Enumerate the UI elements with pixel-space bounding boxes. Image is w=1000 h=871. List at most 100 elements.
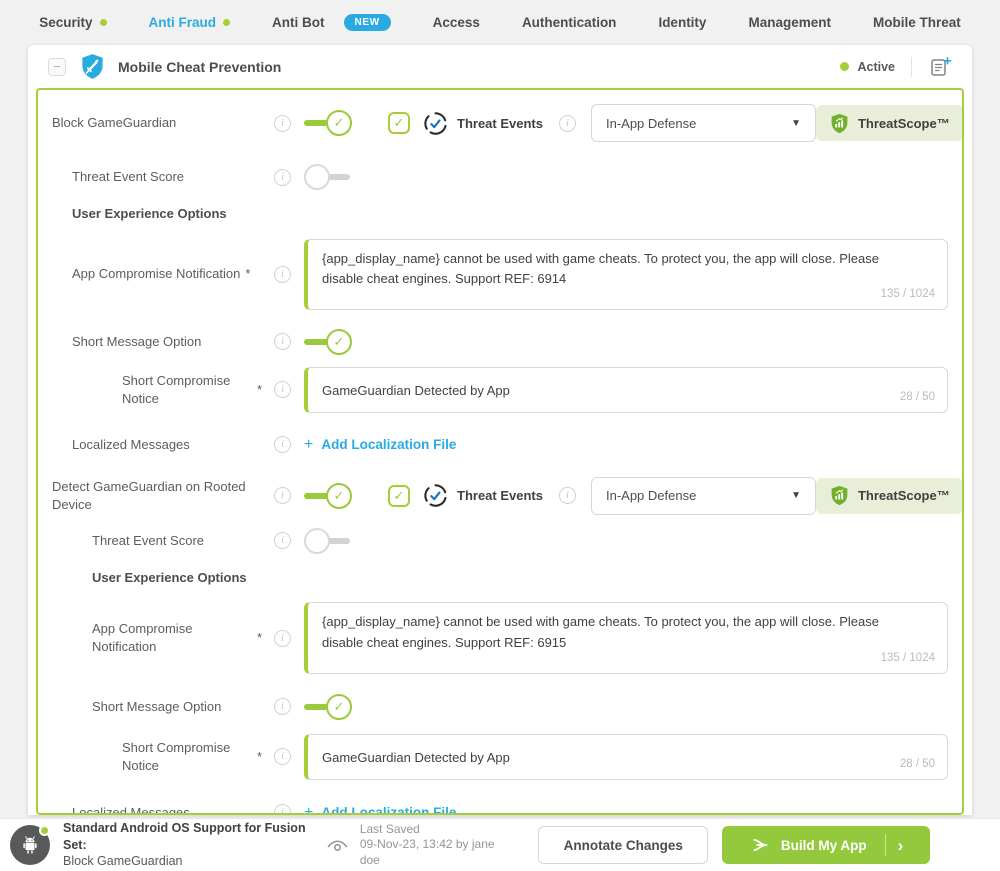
- card-header: Mobile Cheat Prevention Active: [28, 45, 972, 88]
- feature-row-block-gameguardian: Block GameGuardian Threat Events In-App …: [52, 104, 962, 142]
- info-icon[interactable]: [274, 168, 291, 186]
- last-saved: Last Saved 09-Nov-23, 13:42 by jane doe: [325, 822, 512, 869]
- collapse-button[interactable]: [48, 57, 66, 76]
- threat-events-icon: [423, 483, 448, 508]
- link-label: Add Localization File: [321, 437, 457, 453]
- nav-item-anti-fraud[interactable]: Anti Fraud: [149, 15, 231, 30]
- threatscope-shield-icon: [829, 113, 850, 134]
- threat-events-label: Threat Events: [457, 488, 543, 504]
- field-label: Short Compromise Notice: [52, 372, 274, 407]
- app-compromise-notification-row: App Compromise Notification {app_display…: [52, 602, 948, 674]
- required-mark: [245, 265, 250, 283]
- info-icon[interactable]: [274, 114, 291, 132]
- field-label: Short Compromise Notice: [52, 739, 274, 774]
- add-localization-link[interactable]: Add Localization File: [304, 436, 456, 454]
- android-active-dot: [39, 825, 50, 836]
- notification-text: {app_display_name} cannot be used with g…: [322, 250, 879, 286]
- active-status-dot: [840, 62, 850, 71]
- response-mode-dropdown[interactable]: In-App Defense: [590, 104, 816, 142]
- notification-text: {app_display_name} cannot be used with g…: [322, 614, 879, 650]
- info-icon[interactable]: [274, 333, 291, 351]
- nav-item-identity[interactable]: Identity: [658, 15, 706, 30]
- info-icon[interactable]: [558, 487, 576, 505]
- nav-item-management[interactable]: Management: [748, 15, 831, 30]
- nav-item-access[interactable]: Access: [433, 15, 480, 30]
- threat-event-score-row: Threat Event Score: [52, 527, 948, 554]
- notification-textarea[interactable]: {app_display_name} cannot be used with g…: [304, 238, 948, 310]
- android-os-icon: [10, 825, 50, 865]
- info-icon[interactable]: [558, 114, 576, 132]
- nav-item-anti-bot[interactable]: Anti Bot NEW: [272, 14, 391, 31]
- info-icon[interactable]: [274, 265, 291, 283]
- last-saved-label: Last Saved: [359, 821, 420, 836]
- info-icon[interactable]: [274, 698, 291, 716]
- nav-item-authentication[interactable]: Authentication: [522, 15, 617, 30]
- chevron-down-icon: [791, 490, 801, 501]
- feature-label: Detect GameGuardian on Rooted Device: [52, 479, 246, 512]
- fusion-set-title: Standard Android OS Support for Fusion S…: [63, 820, 306, 852]
- threatscope-button[interactable]: ThreatScope™: [815, 105, 962, 141]
- required-mark: [257, 748, 274, 766]
- nav-item-security[interactable]: Security: [39, 15, 107, 30]
- char-counter: 135 / 1024: [880, 651, 935, 664]
- block-gameguardian-toggle[interactable]: [304, 110, 352, 136]
- threat-event-score-toggle[interactable]: [304, 164, 352, 190]
- short-message-toggle[interactable]: [304, 328, 352, 355]
- info-icon[interactable]: [274, 487, 291, 505]
- detect-gameguardian-toggle[interactable]: [304, 482, 352, 509]
- preview-eye-icon: [325, 833, 350, 858]
- info-icon[interactable]: [274, 436, 291, 454]
- add-localization-link[interactable]: Add Localization File: [304, 804, 457, 815]
- short-notice-value: GameGuardian Detected by App: [322, 382, 510, 398]
- short-compromise-notice-row: Short Compromise Notice GameGuardian Det…: [52, 366, 948, 413]
- last-saved-value: 09-Nov-23, 13:42 by jane doe: [359, 837, 495, 867]
- short-notice-input[interactable]: GameGuardian Detected by App 28 / 50: [304, 366, 948, 413]
- info-icon[interactable]: [274, 748, 291, 766]
- threatscope-shield-icon: [829, 485, 850, 506]
- fusion-set-subtitle: Block GameGuardian: [63, 854, 183, 869]
- info-icon[interactable]: [274, 532, 291, 550]
- threat-events-icon: [423, 111, 448, 136]
- info-icon[interactable]: [274, 629, 291, 647]
- action-footer: Standard Android OS Support for Fusion S…: [0, 818, 1000, 871]
- field-label: Threat Event Score: [92, 533, 204, 549]
- green-status-dot: [99, 19, 107, 26]
- threat-event-score-toggle[interactable]: [304, 527, 352, 554]
- threat-events-checkbox[interactable]: [388, 484, 410, 507]
- annotate-changes-button[interactable]: Annotate Changes: [538, 826, 709, 864]
- short-compromise-notice-row: Short Compromise Notice GameGuardian Det…: [52, 733, 948, 780]
- nav-label: Identity: [658, 15, 707, 30]
- dropdown-value: In-App Defense: [605, 488, 697, 504]
- threat-event-score-row: Threat Event Score: [52, 164, 948, 190]
- field-label: Localized Messages: [72, 437, 190, 453]
- threatscope-label: ThreatScope™: [857, 488, 950, 504]
- ux-options-heading: User Experience Options: [72, 206, 227, 221]
- short-message-option-row: Short Message Option: [52, 328, 948, 355]
- short-notice-input[interactable]: GameGuardian Detected by App 28 / 50: [304, 733, 948, 780]
- short-notice-value: GameGuardian Detected by App: [322, 749, 510, 765]
- build-merge-icon: [749, 834, 771, 856]
- build-my-app-button[interactable]: Build My App: [722, 826, 931, 864]
- response-mode-dropdown[interactable]: In-App Defense: [590, 476, 816, 515]
- threatscope-button[interactable]: ThreatScope™: [815, 477, 962, 514]
- nav-label: Management: [748, 15, 831, 30]
- divider: [884, 834, 886, 856]
- threatscope-label: ThreatScope™: [857, 115, 950, 131]
- threat-events-label: Threat Events: [457, 115, 543, 131]
- nav-item-mobile-threat[interactable]: Mobile Threat: [873, 15, 961, 30]
- info-icon[interactable]: [274, 804, 291, 813]
- chevron-right-icon: [898, 837, 904, 854]
- threat-events-checkbox[interactable]: [388, 112, 410, 134]
- short-message-toggle[interactable]: [304, 693, 352, 720]
- plus-icon: [304, 804, 313, 813]
- required-mark: [257, 629, 274, 647]
- nav-label: Access: [432, 15, 480, 30]
- build-label: Build My App: [780, 837, 867, 853]
- plus-icon: [304, 436, 313, 454]
- nav-label: Anti Bot: [272, 15, 325, 30]
- notification-textarea[interactable]: {app_display_name} cannot be used with g…: [304, 602, 948, 674]
- copy-note-icon[interactable]: [928, 55, 952, 79]
- info-icon[interactable]: [274, 381, 291, 399]
- link-label: Add Localization File: [321, 805, 457, 815]
- required-mark: [257, 381, 274, 399]
